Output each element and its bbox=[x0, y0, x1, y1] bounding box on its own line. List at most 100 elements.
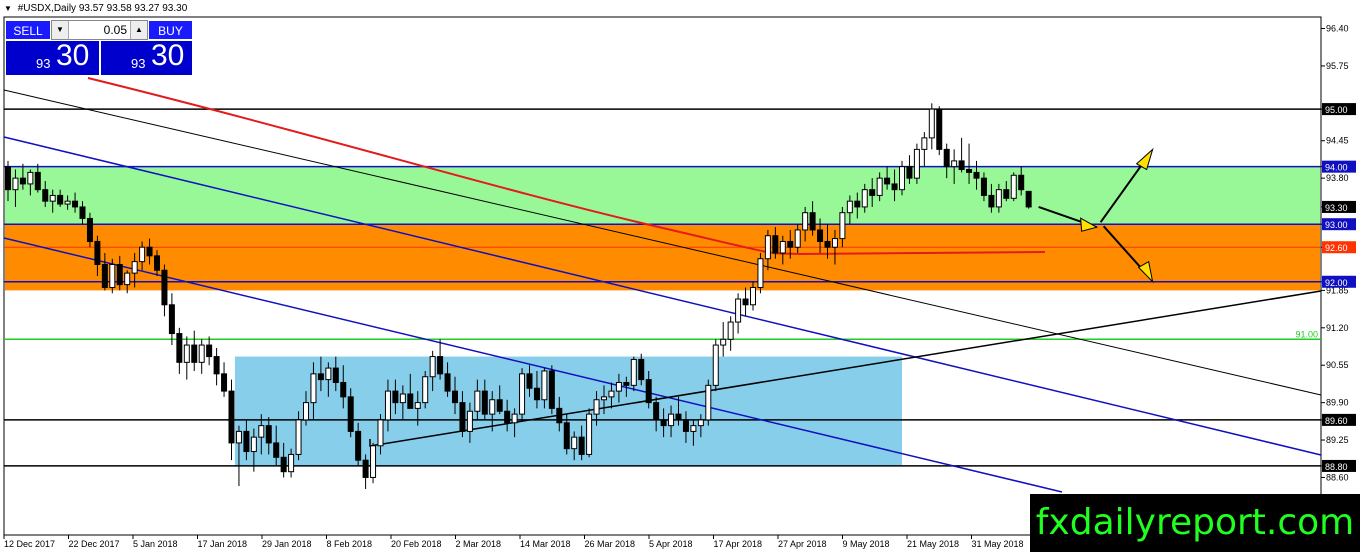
candle-body[interactable] bbox=[615, 381, 622, 392]
candle-body[interactable] bbox=[802, 212, 809, 231]
candle-body[interactable] bbox=[72, 200, 79, 208]
candle-body[interactable] bbox=[481, 390, 488, 415]
candle-body[interactable] bbox=[340, 381, 347, 398]
candle-body[interactable] bbox=[817, 229, 824, 242]
candle-body[interactable] bbox=[1025, 190, 1032, 208]
candle-body[interactable] bbox=[243, 430, 250, 453]
candle-body[interactable] bbox=[705, 384, 712, 421]
candle-body[interactable] bbox=[444, 373, 451, 392]
price-chart[interactable]: 91.00 96.40 95.75 95.00 94.45 94.0093.80 93.30… bbox=[0, 0, 1362, 554]
candle-body[interactable] bbox=[541, 370, 548, 401]
candle-body[interactable] bbox=[936, 108, 943, 150]
candle-body[interactable] bbox=[161, 269, 168, 306]
candle-body[interactable] bbox=[459, 402, 466, 432]
candle-body[interactable] bbox=[399, 393, 406, 404]
candle-body[interactable] bbox=[787, 240, 794, 248]
sell-price-box[interactable]: 93 30 bbox=[5, 39, 100, 76]
candle-body[interactable] bbox=[899, 166, 905, 191]
candle-body[interactable] bbox=[27, 171, 34, 185]
lot-decrease-icon[interactable]: ▼ bbox=[52, 21, 69, 39]
candle-body[interactable] bbox=[355, 430, 362, 461]
candle-body[interactable] bbox=[86, 217, 93, 242]
candle-body[interactable] bbox=[250, 436, 257, 453]
candle-body[interactable] bbox=[682, 419, 689, 432]
sell-button[interactable]: SELL bbox=[5, 20, 51, 40]
candle-body[interactable] bbox=[839, 212, 846, 240]
candle-body[interactable] bbox=[437, 356, 444, 375]
candle-body[interactable] bbox=[809, 212, 816, 231]
candle-body[interactable] bbox=[273, 442, 280, 458]
candle-body[interactable] bbox=[221, 373, 228, 392]
candle-body[interactable] bbox=[846, 200, 853, 214]
candle-body[interactable] bbox=[19, 177, 26, 185]
candle-body[interactable] bbox=[556, 407, 563, 424]
candle-body[interactable] bbox=[1003, 189, 1010, 199]
candle-body[interactable] bbox=[265, 425, 272, 444]
candle-body[interactable] bbox=[131, 261, 138, 274]
candle-body[interactable] bbox=[794, 229, 801, 248]
candle-body[interactable] bbox=[943, 148, 950, 168]
candle-body[interactable] bbox=[295, 419, 302, 455]
candle-body[interactable] bbox=[414, 402, 421, 409]
candle-body[interactable] bbox=[750, 287, 756, 306]
candle-body[interactable] bbox=[966, 169, 973, 173]
lot-increase-icon[interactable]: ▲ bbox=[130, 21, 147, 39]
candle-body[interactable] bbox=[422, 376, 429, 404]
candle-body[interactable] bbox=[407, 393, 414, 409]
candle-body[interactable] bbox=[906, 166, 913, 179]
candle-body[interactable] bbox=[228, 390, 235, 444]
candle-body[interactable] bbox=[861, 189, 868, 208]
candle-body[interactable] bbox=[675, 413, 682, 421]
candle-body[interactable] bbox=[452, 390, 458, 404]
candle-body[interactable] bbox=[325, 367, 332, 381]
candle-body[interactable] bbox=[1018, 174, 1025, 191]
buy-button[interactable]: BUY bbox=[148, 20, 193, 40]
candle-body[interactable] bbox=[608, 390, 615, 398]
candle-body[interactable] bbox=[489, 399, 496, 415]
candle-body[interactable] bbox=[697, 419, 704, 427]
candle-body[interactable] bbox=[764, 235, 771, 260]
candle-body[interactable] bbox=[824, 240, 831, 248]
candle-body[interactable] bbox=[101, 263, 108, 289]
candle-body[interactable] bbox=[57, 194, 64, 205]
candle-body[interactable] bbox=[12, 177, 19, 191]
candle-body[interactable] bbox=[772, 235, 779, 254]
candle-body[interactable] bbox=[668, 413, 675, 427]
candle-body[interactable] bbox=[429, 356, 436, 378]
candle-body[interactable] bbox=[727, 321, 734, 340]
candle-body[interactable] bbox=[958, 160, 965, 171]
candle-body[interactable] bbox=[548, 370, 555, 409]
candle-body[interactable] bbox=[5, 166, 11, 191]
candle-body[interactable] bbox=[466, 410, 473, 432]
candle-body[interactable] bbox=[370, 445, 377, 478]
candle-body[interactable] bbox=[735, 298, 742, 323]
candle-body[interactable] bbox=[146, 246, 153, 257]
candle-body[interactable] bbox=[988, 194, 995, 208]
candle-body[interactable] bbox=[645, 379, 652, 404]
candle-body[interactable] bbox=[79, 206, 86, 219]
candle-body[interactable] bbox=[757, 258, 764, 289]
candle-body[interactable] bbox=[384, 390, 391, 421]
candle-body[interactable] bbox=[392, 390, 399, 404]
candle-body[interactable] bbox=[377, 419, 384, 447]
candle-body[interactable] bbox=[280, 456, 287, 473]
candle-body[interactable] bbox=[116, 263, 123, 286]
candle-body[interactable] bbox=[563, 422, 570, 450]
candle-body[interactable] bbox=[660, 419, 667, 427]
candle-body[interactable] bbox=[191, 344, 198, 363]
candle-body[interactable] bbox=[884, 177, 891, 185]
lot-size-field[interactable]: ▼ 0.05 ▲ bbox=[51, 20, 148, 40]
candle-body[interactable] bbox=[139, 246, 146, 263]
candle-body[interactable] bbox=[533, 387, 540, 401]
candle-body[interactable] bbox=[593, 399, 600, 415]
candle-body[interactable] bbox=[928, 108, 935, 139]
candle-body[interactable] bbox=[854, 200, 861, 208]
candle-body[interactable] bbox=[891, 183, 898, 191]
candle-body[interactable] bbox=[198, 344, 205, 363]
candle-body[interactable] bbox=[690, 425, 697, 432]
candle-body[interactable] bbox=[206, 344, 213, 358]
triangle-down-icon[interactable]: ▼ bbox=[4, 4, 12, 13]
candle-body[interactable] bbox=[1010, 174, 1017, 199]
candle-body[interactable] bbox=[720, 338, 727, 346]
candle-body[interactable] bbox=[511, 413, 518, 424]
